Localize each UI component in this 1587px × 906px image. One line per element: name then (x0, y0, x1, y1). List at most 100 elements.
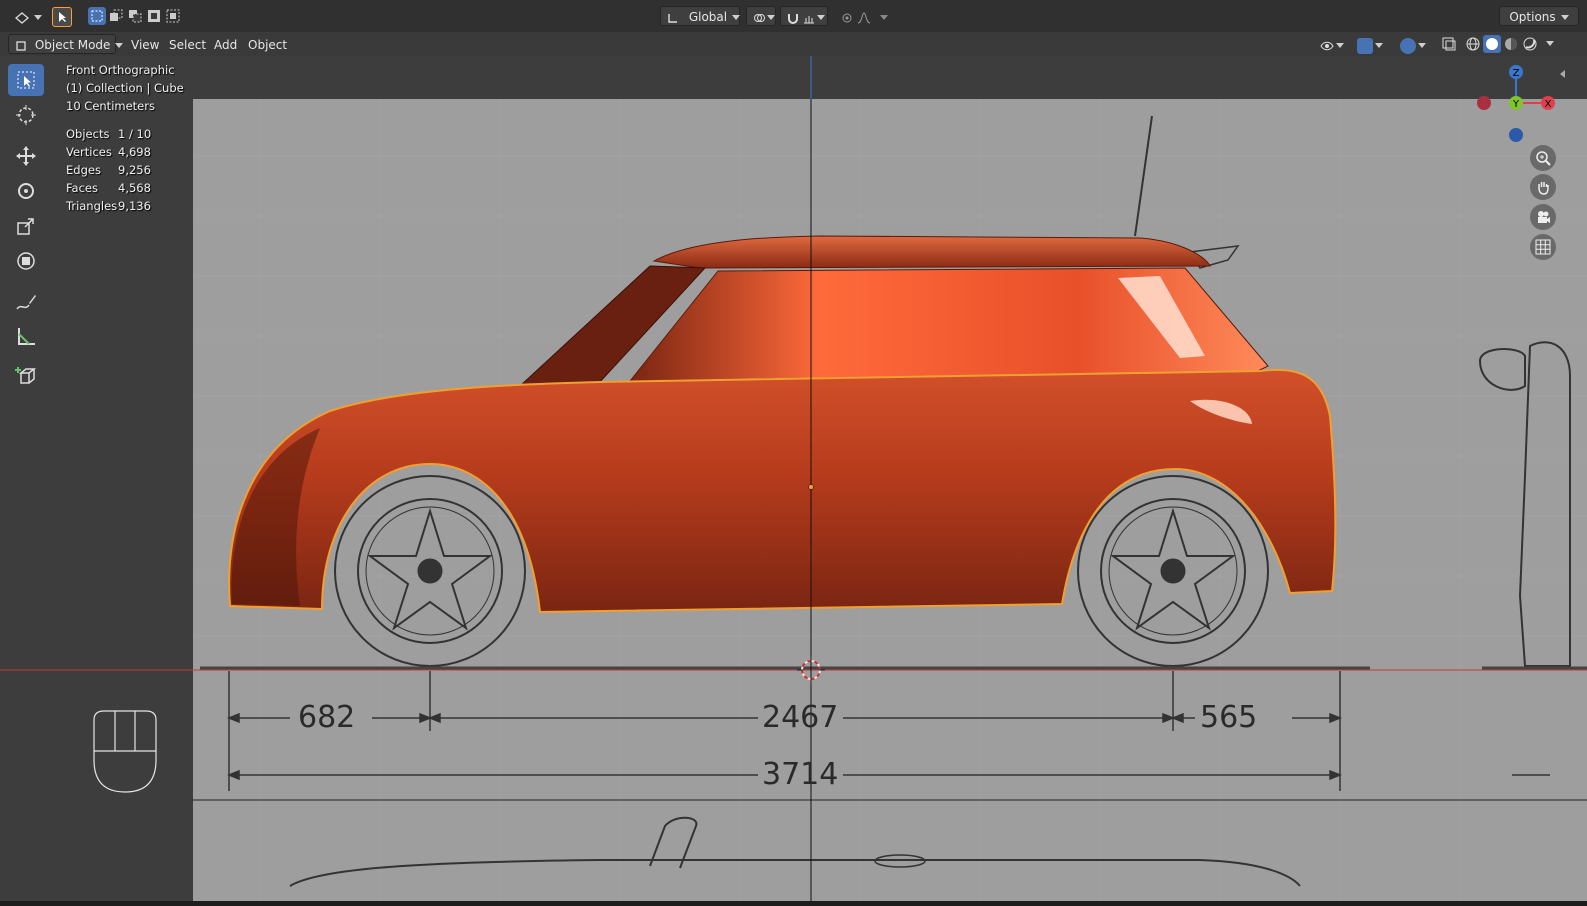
view3d-header: Object Mode View Select Add Object (0, 32, 1587, 56)
dimension-wheelbase: 2467 (762, 700, 839, 735)
gizmo-z-label: Z (1513, 68, 1520, 79)
dimension-lines (226, 671, 1550, 791)
measure-tool[interactable] (8, 321, 44, 353)
pivot-icon (754, 13, 765, 22)
overlays-icon (1400, 37, 1416, 54)
status-bar-edge (0, 901, 1587, 906)
object-origin (808, 484, 814, 490)
tool-shelf (8, 64, 48, 395)
proportional-editing-button[interactable] (834, 6, 888, 26)
menu-select[interactable]: Select (162, 34, 213, 54)
dimension-total-length: 3714 (762, 757, 839, 792)
transform-orientation-dropdown[interactable]: Global (660, 6, 741, 26)
cursor-icon (59, 12, 66, 22)
move-icon (16, 146, 36, 166)
select-subtract-icon (129, 10, 142, 23)
3d-cursor-icon (16, 105, 36, 125)
antenna-drawing (1134, 115, 1153, 237)
pan-button[interactable] (1530, 174, 1556, 200)
mode-dropdown[interactable]: Object Mode (8, 34, 124, 54)
tool-header: Global Options (0, 0, 1587, 33)
select-box-subtract-button[interactable] (126, 7, 144, 25)
pivot-point-dropdown[interactable] (746, 6, 776, 26)
shading-solid[interactable] (1483, 35, 1501, 53)
stat-value: 9,256 (118, 163, 151, 177)
cursor-tool[interactable] (8, 99, 44, 131)
top-view-car-drawing (289, 859, 1301, 887)
stat-label: Objects (66, 127, 110, 141)
cursor-icon (17, 71, 35, 89)
visibility-dropdown[interactable] (1313, 34, 1347, 54)
select-box-intersect-button[interactable] (164, 7, 182, 25)
mouse-hint-icon (93, 710, 157, 793)
measure-icon (18, 328, 35, 345)
eye-icon (1320, 41, 1334, 50)
xray-icon (1442, 37, 1456, 51)
editor-type-button[interactable] (8, 6, 42, 26)
blender-window: Global Options Object Mode View Select A… (0, 0, 1587, 906)
scale-tool[interactable] (8, 210, 44, 242)
select-invert-icon (148, 10, 160, 22)
stat-label: Triangles (66, 199, 118, 213)
orientation-icon (668, 13, 677, 23)
sidebar-toggle-arrow[interactable] (1560, 70, 1565, 78)
shading-wireframe[interactable] (1464, 35, 1482, 53)
snap-increment-icon (803, 15, 814, 23)
transform-tool[interactable] (8, 245, 44, 277)
menu-object[interactable]: Object (241, 34, 294, 54)
grid-icon (1535, 239, 1551, 255)
car-roof (652, 235, 1211, 269)
dimension-rear-overhang: 565 (1200, 700, 1258, 735)
add-cube-tool[interactable] (8, 360, 44, 392)
snap-dropdown[interactable] (780, 6, 828, 26)
stat-label: Edges (66, 163, 101, 177)
menu-add[interactable]: Add (207, 34, 244, 54)
view3d-icon (14, 11, 30, 24)
navigation-gizmo[interactable]: Z Y X (1472, 59, 1562, 149)
gizmo-y-label: Y (1512, 99, 1520, 110)
rear-wheel-drawing (1077, 475, 1269, 667)
select-box-icon (91, 10, 103, 22)
viewport-3d[interactable]: 682 2467 565 3714 Front Orthographic (1)… (0, 56, 1587, 906)
select-box-invert-button[interactable] (145, 7, 163, 25)
xray-toggle[interactable] (1440, 35, 1458, 53)
wireframe-sphere-icon (1466, 37, 1480, 51)
stat-label: Vertices (66, 145, 112, 159)
rotate-tool[interactable] (8, 175, 44, 207)
rotate-icon (18, 183, 34, 199)
overlays-toggle[interactable] (1393, 34, 1429, 54)
options-dropdown[interactable]: Options (1499, 6, 1579, 26)
select-box-tool[interactable] (8, 64, 44, 96)
transform-icon (17, 252, 35, 270)
gizmo-x-label: X (1545, 99, 1552, 110)
select-box-extend-button[interactable] (107, 7, 125, 25)
select-extend-icon (110, 9, 123, 21)
stat-value: 1 / 10 (118, 127, 152, 141)
front-wheel-drawing (334, 475, 526, 667)
front-view-car-drawing (1478, 341, 1571, 667)
view-name-label: Front Orthographic (66, 63, 175, 77)
zoom-icon (1536, 151, 1551, 166)
annotate-tool[interactable] (8, 286, 44, 318)
stat-value: 9,136 (118, 199, 151, 213)
move-tool[interactable] (8, 140, 44, 172)
proportional-icon (842, 13, 852, 22)
select-box-new-button[interactable] (88, 7, 106, 25)
shading-rendered[interactable] (1521, 35, 1539, 53)
select-mode-cursor-button[interactable] (52, 7, 72, 27)
camera-view-button[interactable] (1530, 204, 1556, 230)
camera-icon (1538, 211, 1550, 223)
shading-material[interactable] (1502, 35, 1520, 53)
ortho-toggle-button[interactable] (1530, 234, 1556, 260)
dimension-front-overhang: 682 (298, 700, 356, 735)
material-sphere-icon (1505, 38, 1517, 50)
shading-options-caret[interactable] (1546, 41, 1554, 46)
gizmo-toggle[interactable] (1350, 34, 1386, 54)
falloff-curve-icon (857, 11, 870, 23)
zoom-button[interactable] (1530, 145, 1556, 171)
top-view-sunroof-drawing (874, 854, 926, 868)
menu-view[interactable]: View (124, 34, 166, 54)
scale-icon (17, 218, 34, 235)
hand-icon (1538, 182, 1549, 195)
annotate-icon (16, 295, 36, 310)
